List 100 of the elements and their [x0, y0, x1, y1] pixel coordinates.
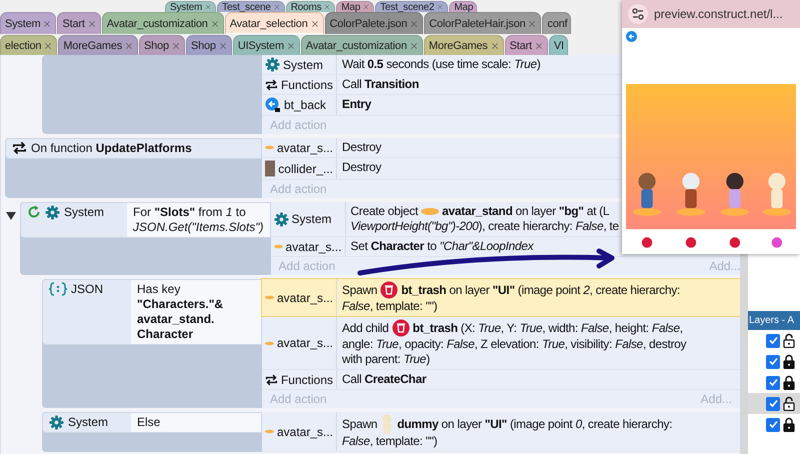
condition-text: On function UpdatePlatforms — [31, 141, 192, 156]
close-icon[interactable] — [310, 18, 320, 28]
back-arrow-icon[interactable] — [626, 31, 637, 42]
object-name: avatar_s... — [276, 336, 333, 350]
action-text: False, template: "") — [342, 299, 438, 314]
document-tab[interactable]: MoreGames — [58, 35, 138, 55]
close-icon[interactable] — [86, 18, 97, 28]
action-row[interactable]: avatar_s... Add child bt_trash (X: True, Y: True, width: False, height: False, angle: True, opacity: False, Z elevation: True, visibility: False, destroy with parent: True) — [262, 317, 740, 369]
visibility-checkbox[interactable] — [766, 396, 780, 410]
padlock-icon[interactable] — [783, 417, 795, 432]
close-icon[interactable] — [490, 40, 500, 50]
braces-icon — [49, 282, 67, 296]
action-text: bt_trash on layer "UI" (image point 2, create hierarchy: — [401, 282, 680, 298]
document-tab[interactable]: System — [165, 1, 216, 12]
close-icon[interactable] — [436, 3, 444, 11]
visibility-checkbox[interactable] — [766, 418, 780, 432]
document-tab[interactable]: Map — [449, 1, 478, 12]
figure-icon — [380, 414, 394, 434]
trash-icon — [392, 319, 410, 337]
action-row[interactable]: avatar_s... Spawn bt_trash on layer "UI" (image point 2, create hierarchy: False, template: "") — [262, 279, 740, 316]
object-name: Functions — [280, 78, 333, 92]
close-icon[interactable] — [218, 40, 228, 50]
close-icon[interactable] — [323, 3, 332, 11]
swap-arrows-icon — [265, 78, 278, 92]
checkmark-icon — [768, 420, 778, 429]
object-name: avatar_s... — [276, 290, 333, 304]
close-icon[interactable] — [527, 18, 538, 28]
document-tab[interactable]: Rooms — [286, 1, 336, 12]
gear-icon — [265, 57, 280, 72]
object-name: avatar_s... — [276, 140, 333, 154]
document-tab[interactable]: Avatar_selection — [224, 12, 324, 34]
action-text: dummy on layer "UI" (image point 0, create hierarchy: — [397, 416, 672, 432]
condition-row[interactable]: System Else — [42, 412, 262, 433]
panel-title: Layers - A — [748, 311, 800, 330]
document-tab[interactable]: System — [0, 12, 56, 34]
condition-row[interactable]: On function UpdatePlatforms — [5, 138, 262, 159]
document-tab[interactable]: Start — [57, 12, 101, 34]
visibility-checkbox[interactable] — [766, 334, 780, 348]
condition-row[interactable]: System For "Slots" from 1 to JSON.Get("Items.Slots") — [20, 202, 271, 238]
action-text: Call CreateChar — [341, 371, 428, 388]
document-tab[interactable]: Avatar_customization — [300, 35, 423, 55]
action-text: avatar_stand on layer "bg" at (L — [442, 204, 610, 219]
close-icon[interactable] — [286, 40, 296, 50]
action-text: Entry — [341, 96, 372, 113]
document-tab[interactable]: UISystem — [232, 35, 300, 55]
close-icon[interactable] — [362, 3, 370, 11]
checkmark-icon — [768, 378, 778, 387]
object-name: System — [68, 415, 108, 429]
document-tab[interactable]: Test_scene — [217, 1, 285, 12]
trash-icon — [380, 281, 398, 299]
padlock-icon[interactable] — [783, 375, 795, 390]
swap-arrows-icon — [12, 141, 27, 155]
close-icon[interactable] — [43, 40, 54, 50]
padlock-icon[interactable] — [783, 354, 795, 369]
condition-text: Else — [131, 413, 261, 432]
close-icon[interactable] — [272, 3, 281, 11]
checkmark-icon — [768, 357, 778, 366]
document-tab[interactable]: VI — [548, 35, 568, 55]
document-tab[interactable]: election — [0, 35, 58, 55]
action-text: Wait 0.5 seconds (use time scale: True) — [341, 56, 542, 73]
document-tab[interactable]: ColorPaleteHair.json — [424, 12, 542, 34]
close-icon[interactable] — [170, 40, 181, 50]
platform-icon — [274, 243, 283, 250]
object-name: avatar_s... — [276, 424, 333, 438]
action-text: with parent: True) — [342, 352, 430, 367]
swap-arrows-icon — [265, 372, 278, 386]
layer-row[interactable] — [748, 393, 800, 414]
expand-arrow-icon[interactable] — [5, 210, 17, 222]
document-tab[interactable]: Shop — [186, 35, 232, 55]
action-row[interactable]: Functions Call CreateChar — [262, 370, 740, 389]
collider-icon — [265, 160, 276, 177]
url-text[interactable]: preview.construct.net/l... — [654, 7, 783, 21]
visibility-checkbox[interactable] — [766, 354, 780, 368]
action-text: Destroy — [341, 159, 382, 176]
open-padlock-icon[interactable] — [783, 333, 795, 348]
document-tab[interactable]: conf — [542, 12, 572, 34]
visibility-checkbox[interactable] — [766, 376, 780, 390]
action-row[interactable]: avatar_s... Spawn dummy on layer "UI" (image point 0, create hierarchy: False, template: "") — [262, 412, 740, 451]
object-name: collider_... — [278, 162, 333, 176]
document-tab[interactable]: Map — [336, 1, 374, 12]
object-name: System — [283, 58, 324, 72]
document-tab[interactable]: Start — [504, 35, 548, 55]
close-icon[interactable] — [124, 40, 134, 50]
checkmark-icon — [768, 336, 778, 345]
close-icon[interactable] — [534, 40, 544, 50]
document-tab[interactable]: ColorPalete.json — [324, 12, 424, 34]
condition-row[interactable]: JSON Has key "Characters."& avatar_stand. Character — [42, 279, 262, 345]
sliders-icon[interactable] — [628, 4, 648, 24]
document-tab[interactable]: Test_scene2 — [375, 1, 448, 12]
close-icon[interactable] — [408, 40, 419, 50]
document-tab[interactable]: Avatar_customization — [102, 12, 224, 34]
close-icon[interactable] — [42, 18, 52, 28]
document-tab[interactable]: Shop — [139, 35, 185, 55]
condition-text: Has key "Characters."& avatar_stand. Character — [131, 280, 261, 344]
action-text: Create object — [350, 204, 418, 219]
open-padlock-icon[interactable] — [783, 396, 795, 411]
object-name: bt_back — [284, 98, 326, 112]
close-icon[interactable] — [204, 3, 212, 11]
document-tab[interactable]: MoreGames — [424, 35, 504, 55]
close-icon[interactable] — [210, 18, 220, 28]
